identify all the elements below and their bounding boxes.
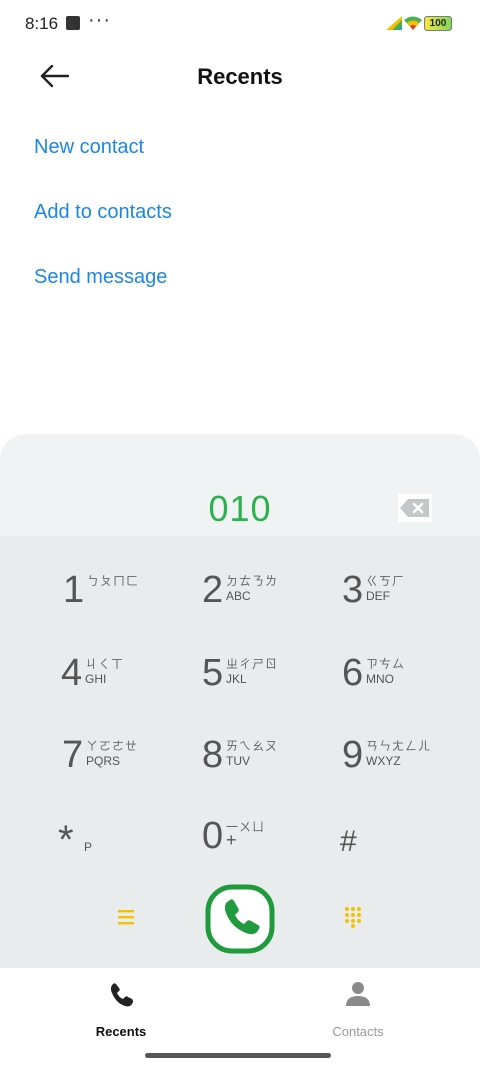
call-button[interactable]	[205, 884, 275, 954]
key-digit: 7	[62, 734, 84, 776]
backspace-button[interactable]	[398, 494, 432, 522]
tab-recents[interactable]: Recents	[61, 980, 181, 1040]
key-0[interactable]: 0 一ㄨㄩ +	[202, 814, 352, 884]
key-zhuyin: ㄉㄊㄋㄌ	[226, 574, 279, 588]
key-letters: +	[226, 830, 237, 850]
key-6[interactable]: 6 ㄗㄘㄙ MNO	[342, 651, 480, 721]
key-zhuyin: ㄞㄟㄠㄡ	[226, 739, 279, 753]
new-contact-link[interactable]: New contact	[34, 136, 144, 159]
key-letters: MNO	[366, 672, 394, 686]
menu-icon	[118, 910, 134, 925]
person-icon	[346, 982, 370, 1006]
key-digit: 0	[202, 815, 224, 857]
key-zhuyin: ㄓㄔㄕㄖ	[226, 657, 279, 671]
menu-button[interactable]	[116, 906, 138, 928]
key-digit: *	[58, 818, 74, 862]
tab-recents-label: Recents	[95, 1024, 147, 1039]
key-star[interactable]: * P	[58, 816, 208, 886]
phone-icon	[205, 884, 275, 954]
home-indicator[interactable]	[145, 1053, 331, 1058]
key-2[interactable]: 2 ㄉㄊㄋㄌ ABC	[202, 568, 352, 638]
backspace-icon	[398, 494, 432, 522]
key-zhuyin: ㄍㄎㄏ	[366, 574, 406, 588]
key-8[interactable]: 8 ㄞㄟㄠㄡ TUV	[202, 733, 352, 803]
key-digit: #	[340, 825, 357, 858]
key-letters: GHI	[85, 672, 107, 686]
key-hash[interactable]: #	[340, 814, 480, 884]
key-digit: 5	[202, 652, 224, 694]
tab-contacts[interactable]: Contacts	[298, 980, 418, 1040]
key-zhuyin: ㄐㄑㄒ	[85, 657, 125, 671]
key-1[interactable]: 1 ㄅㄆㄇㄈ	[63, 568, 213, 638]
key-digit: 9	[342, 734, 364, 776]
battery-icon: 100	[424, 16, 452, 31]
app-header: Recents	[0, 50, 480, 106]
key-digit: 6	[342, 652, 364, 694]
key-letters: WXYZ	[366, 754, 401, 768]
key-zhuyin: ㄅㄆㄇㄈ	[87, 574, 140, 588]
send-message-link[interactable]: Send message	[34, 266, 167, 289]
key-zhuyin: ㄗㄘㄙ	[366, 657, 406, 671]
page-title: Recents	[197, 64, 283, 89]
dialpad-icon	[345, 907, 361, 928]
status-time: 8:16	[25, 14, 59, 33]
signal-icon	[386, 16, 402, 30]
key-4[interactable]: 4 ㄐㄑㄒ GHI	[61, 651, 211, 721]
wifi-icon	[404, 16, 422, 30]
key-letters: TUV	[226, 754, 250, 768]
number-display: 010	[0, 434, 480, 536]
key-letters: JKL	[226, 672, 247, 686]
key-letters: DEF	[366, 589, 390, 603]
add-to-contacts-link[interactable]: Add to contacts	[34, 201, 172, 224]
key-letters: ABC	[226, 589, 251, 603]
key-7[interactable]: 7 ㄚㄛㄜㄝ PQRS	[62, 733, 212, 803]
key-digit: 2	[202, 569, 224, 611]
tab-contacts-label: Contacts	[332, 1024, 384, 1039]
key-digit: 1	[63, 569, 85, 611]
key-9[interactable]: 9 ㄢㄣㄤㄥㄦ WXYZ	[342, 733, 480, 803]
key-digit: 4	[61, 652, 83, 694]
key-digit: 3	[342, 569, 364, 611]
key-5[interactable]: 5 ㄓㄔㄕㄖ JKL	[202, 651, 352, 721]
key-3[interactable]: 3 ㄍㄎㄏ DEF	[342, 568, 480, 638]
key-zhuyin: ㄢㄣㄤㄥㄦ	[366, 739, 432, 753]
status-bar: 8:16 ··· 100	[0, 0, 480, 48]
key-digit: 8	[202, 734, 224, 776]
key-letters: P	[84, 840, 93, 854]
dialpad-toggle-button[interactable]	[343, 906, 365, 928]
key-zhuyin: ㄚㄛㄜㄝ	[86, 739, 139, 753]
bottom-navigation: Recents Contacts	[0, 968, 480, 1066]
phone-icon	[110, 983, 133, 1007]
more-notifications-icon: ···	[88, 9, 111, 31]
key-letters: PQRS	[86, 754, 121, 768]
notification-icon	[66, 16, 80, 30]
